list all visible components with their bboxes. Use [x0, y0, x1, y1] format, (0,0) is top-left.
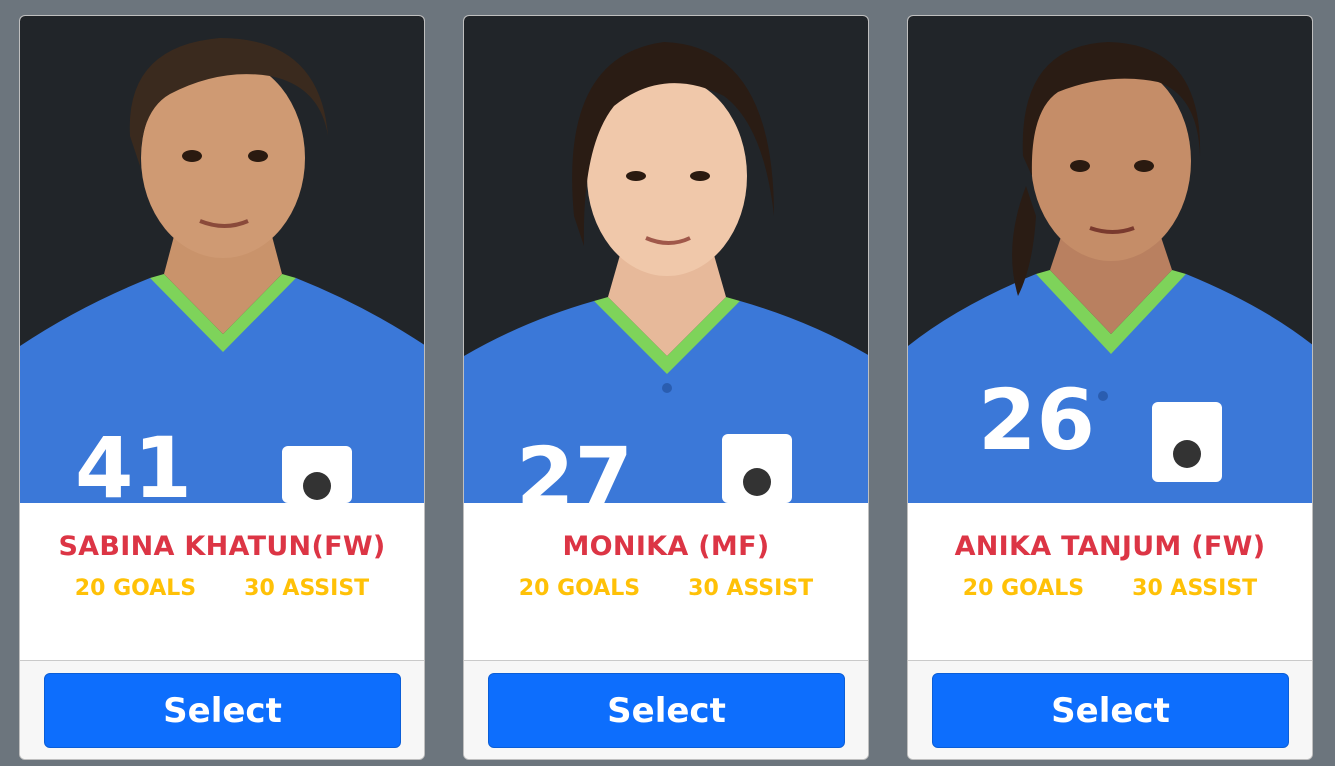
assist-stat: 30 ASSIST — [1132, 576, 1258, 601]
player-card: 27 MONIKA (MF) 20 GOALS 30 ASSIST Select — [463, 15, 869, 760]
player-card: 26 ANIKA TANJUM (FW) 20 GOALS 30 ASSIST … — [907, 15, 1313, 760]
player-stats: 20 GOALS 30 ASSIST — [908, 576, 1312, 601]
card-body: MONIKA (MF) 20 GOALS 30 ASSIST — [464, 503, 868, 660]
jersey-number: 41 — [75, 419, 192, 503]
player-photo: 26 — [908, 16, 1312, 503]
goals-stat: 20 GOALS — [74, 576, 197, 601]
card-footer: Select — [464, 660, 868, 759]
card-footer: Select — [908, 660, 1312, 759]
player-name: MONIKA (MF) — [562, 531, 770, 562]
player-stats: 20 GOALS 30 ASSIST — [464, 576, 868, 601]
card-body: SABINA KHATUN(FW) 20 GOALS 30 ASSIST — [20, 503, 424, 660]
jersey-number: 26 — [978, 371, 1095, 469]
card-body: ANIKA TANJUM (FW) 20 GOALS 30 ASSIST — [908, 503, 1312, 660]
player-name: ANIKA TANJUM (FW) — [954, 531, 1266, 562]
jersey-number: 27 — [516, 429, 633, 503]
goals-stat: 20 GOALS — [962, 576, 1085, 601]
player-card: 41 SABINA KHATUN(FW) 20 GOALS 30 ASSIST … — [19, 15, 425, 760]
player-card-grid: 41 SABINA KHATUN(FW) 20 GOALS 30 ASSIST … — [0, 0, 1335, 766]
player-photo: 27 — [464, 16, 868, 503]
goals-stat: 20 GOALS — [518, 576, 641, 601]
player-photo: 41 — [20, 16, 424, 503]
player-name: SABINA KHATUN(FW) — [58, 531, 386, 562]
select-button[interactable]: Select — [488, 673, 845, 748]
select-button[interactable]: Select — [44, 673, 401, 748]
assist-stat: 30 ASSIST — [688, 576, 814, 601]
card-footer: Select — [20, 660, 424, 759]
assist-stat: 30 ASSIST — [244, 576, 370, 601]
select-button[interactable]: Select — [932, 673, 1289, 748]
player-stats: 20 GOALS 30 ASSIST — [20, 576, 424, 601]
